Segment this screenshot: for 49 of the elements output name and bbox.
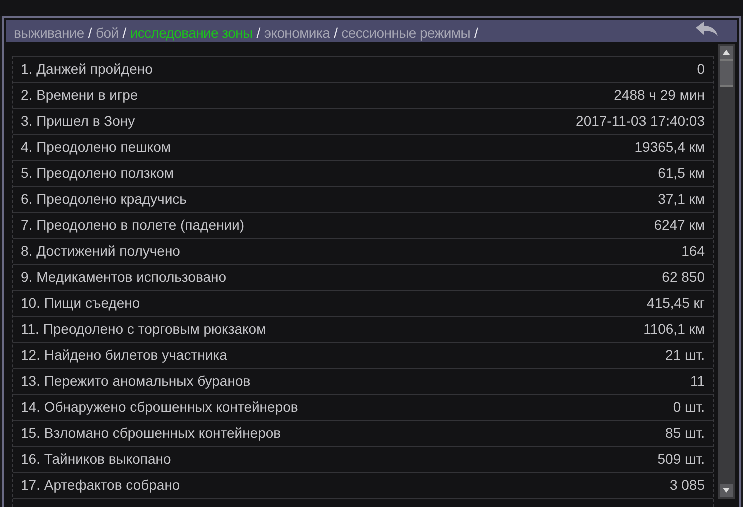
stat-label: 13. Пережито аномальных буранов <box>21 372 251 391</box>
stat-label: 12. Найдено билетов участника <box>21 346 228 365</box>
breadcrumb-link[interactable]: сессионные режимы <box>342 25 470 41</box>
stat-label: 9. Медикаментов использовано <box>21 268 227 287</box>
breadcrumb-separator: / <box>88 25 92 41</box>
stat-label: 6. Преодолено крадучись <box>21 190 187 209</box>
stat-label: 15. Взломано сброшенных контейнеров <box>21 424 282 443</box>
stat-value: 85 шт. <box>666 424 705 443</box>
stat-value: 6247 км <box>654 216 705 235</box>
breadcrumb-separator: / <box>256 25 260 41</box>
stat-label: 14. Обнаружено сброшенных контейнеров <box>21 398 298 417</box>
stat-label: 2. Времени в игре <box>21 86 138 105</box>
stat-value: 415,45 кг <box>647 294 705 313</box>
scrollbar[interactable] <box>718 44 735 499</box>
breadcrumb-separator: / <box>122 25 126 41</box>
stat-value: 3 085 <box>670 476 705 495</box>
stat-value: 2017-11-03 17:40:03 <box>576 112 705 131</box>
stat-label: 17. Артефактов собрано <box>21 476 180 495</box>
back-arrow-icon[interactable] <box>695 22 719 38</box>
stat-label: 4. Преодолено пешком <box>21 138 171 157</box>
stat-value: 62 850 <box>662 268 705 287</box>
breadcrumb-separator: / <box>334 25 338 41</box>
stat-label: 1. Данжей пройдено <box>21 60 153 79</box>
stat-label: 8. Достижений получено <box>21 242 180 261</box>
stat-value: 37,1 км <box>658 190 705 209</box>
stat-value: 19365,4 км <box>634 138 705 157</box>
stat-label: 10. Пищи съедено <box>21 294 140 313</box>
stat-value: 21 шт. <box>666 346 705 365</box>
stat-value: 2488 ч 29 мин <box>614 86 705 105</box>
stat-value: 0 шт. <box>673 398 705 417</box>
breadcrumb-link[interactable]: выживание <box>14 25 84 41</box>
stat-label: 11. Преодолено с торговым рюкзаком <box>21 320 266 339</box>
scroll-down-icon[interactable] <box>720 484 733 497</box>
stat-value: 61,5 км <box>658 164 705 183</box>
stat-label: 3. Пришел в Зону <box>21 112 136 131</box>
stat-value: 0 <box>697 60 705 79</box>
stat-value: 1106,1 км <box>644 320 705 339</box>
breadcrumb-link[interactable]: бой <box>96 25 119 41</box>
scroll-up-icon[interactable] <box>720 46 733 59</box>
stat-label: 5. Преодолено ползком <box>21 164 174 183</box>
breadcrumb-link[interactable]: экономика <box>264 25 330 41</box>
breadcrumb-separator: / <box>474 25 478 41</box>
breadcrumb-link[interactable]: исследование зоны <box>130 25 253 41</box>
scrollbar-thumb[interactable] <box>720 59 733 87</box>
stat-value: 11 <box>690 372 705 391</box>
stat-value: 164 <box>682 242 705 261</box>
stat-label: 16. Тайников выкопано <box>21 450 172 469</box>
stat-value: 509 шт. <box>658 450 705 469</box>
stat-label: 7. Преодолено в полете (падении) <box>21 216 245 235</box>
